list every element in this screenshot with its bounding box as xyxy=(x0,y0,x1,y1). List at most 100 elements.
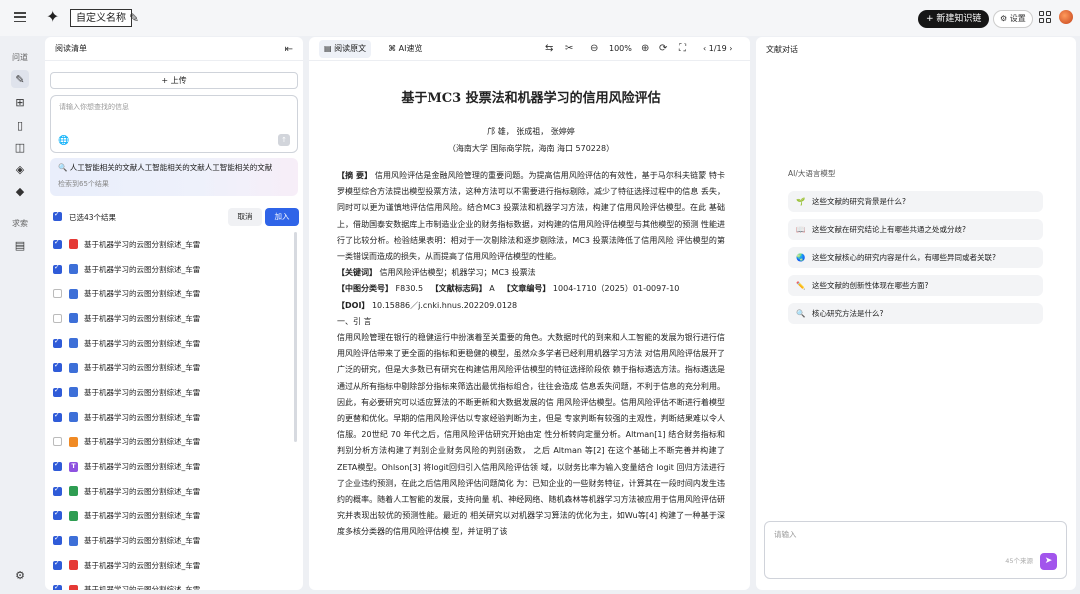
file-list-item[interactable]: 基于机器学习的云图分割综述_车雷 xyxy=(53,257,297,282)
left-rail: 问道 ✎ ⊞ ▯ ◫ ◈ ◆ 求索 ▤ ⚙ xyxy=(0,36,40,594)
scissors-icon[interactable]: ✂ xyxy=(565,43,573,54)
file-list-item[interactable]: 基于机器学习的云图分割综述_车雷 xyxy=(53,479,297,504)
zoom-out-icon[interactable]: ⊖ xyxy=(590,43,598,54)
search-icon: 🔍 xyxy=(58,163,70,172)
suggested-question[interactable]: 🌱 这些文献的研究背景是什么? xyxy=(788,191,1043,212)
top-bar: ✦ 自定义名称 ✎ + 新建知识链 ⚙ 设置 xyxy=(0,0,1080,36)
add-button[interactable]: 加入 xyxy=(265,208,299,226)
tab-read-original[interactable]: ▤ 阅读原文 xyxy=(319,39,372,58)
file-checkbox[interactable] xyxy=(53,289,62,299)
rail-settings-gear-icon[interactable]: ⚙ xyxy=(11,566,29,584)
file-checkbox[interactable] xyxy=(53,583,62,590)
file-name: 基于机器学习的云图分割综述_车雷 xyxy=(84,585,201,590)
doi-label: 【DOI】 xyxy=(337,300,370,310)
search-input[interactable]: 请输入你想查找的信息 🌐 ↑ xyxy=(50,95,298,153)
rotate-icon[interactable]: ⟳ xyxy=(659,43,667,54)
sparkle-logo-icon: ✦ xyxy=(46,7,60,26)
file-checkbox[interactable] xyxy=(53,485,62,496)
globe-icon[interactable]: 🌐 xyxy=(58,136,69,146)
send-icon[interactable]: ➤ xyxy=(1040,553,1057,570)
suggested-question[interactable]: 📖 这些文献在研究结论上有哪些共通之处或分歧? xyxy=(788,219,1043,240)
suggestion-text: 核心研究方法是什么? xyxy=(812,309,884,318)
user-avatar[interactable] xyxy=(1059,10,1073,24)
fullscreen-icon[interactable]: ⛶ xyxy=(679,43,686,54)
abstract-label: 【摘 要】 xyxy=(337,171,373,180)
file-checkbox[interactable] xyxy=(53,386,62,397)
query-result-count: 检索到65个结果 xyxy=(58,180,109,188)
next-page-icon[interactable]: › xyxy=(727,44,732,53)
file-list-item[interactable]: 基于机器学习的云图分割综述_车雷 xyxy=(53,553,297,578)
edit-pencil-icon[interactable]: ✎ xyxy=(129,11,139,25)
file-checkbox[interactable] xyxy=(53,509,62,521)
suggested-question[interactable]: ✏️ 这些文献的创新性体现在哪些方面? xyxy=(788,275,1043,296)
settings-button[interactable]: ⚙ 设置 xyxy=(993,10,1033,28)
file-list-item[interactable]: 基于机器学习的云图分割综述_车雷 xyxy=(53,355,297,380)
cancel-button[interactable]: 取消 xyxy=(228,208,262,226)
clc-value: F830.5 xyxy=(395,284,424,294)
pdf-file-icon xyxy=(69,239,78,250)
suggested-question[interactable]: 🔍 核心研究方法是什么? xyxy=(788,303,1043,324)
rail-book-icon[interactable]: ▯ xyxy=(11,116,29,134)
file-checkbox[interactable] xyxy=(53,460,62,472)
new-knowledge-chain-button[interactable]: + 新建知识链 xyxy=(918,10,990,28)
suggestion-emoji-icon: 🌏 xyxy=(796,253,806,262)
section-heading: 一、引 言 xyxy=(337,316,372,326)
file-checkbox[interactable] xyxy=(53,534,62,546)
file-list-item[interactable]: 基于机器学习的云图分割综述_车雷 xyxy=(53,578,297,590)
rail-archive-icon[interactable]: ◫ xyxy=(11,138,29,156)
rail-database-icon[interactable]: ▤ xyxy=(11,236,29,254)
collapse-panel-icon[interactable]: ⇤ xyxy=(285,44,293,55)
file-list-item[interactable]: T 基于机器学习的云图分割综述_车雷 xyxy=(53,454,297,479)
tab-ai-overview[interactable]: ⌘ AI速览 xyxy=(383,40,427,58)
file-list-item[interactable]: 基于机器学习的云图分割综述_车雷 xyxy=(53,380,297,405)
apps-grid-icon[interactable] xyxy=(1039,11,1051,23)
doc-authors: 邝 雄， 张成祖， 张婷婷 xyxy=(487,127,575,136)
send-arrow-icon[interactable]: ↑ xyxy=(278,134,290,146)
file-checkbox[interactable] xyxy=(53,559,62,570)
suggestion-emoji-icon: 🔍 xyxy=(796,309,806,318)
doc-name-field[interactable]: 自定义名称 xyxy=(70,9,132,27)
rail-layers-icon[interactable]: ◈ xyxy=(11,160,29,178)
file-checkbox[interactable] xyxy=(53,361,62,373)
select-all-checkbox[interactable] xyxy=(53,210,62,221)
chat-input[interactable]: 请输入 45个来源 ➤ xyxy=(764,521,1067,579)
source-count: 45个来源 xyxy=(1005,557,1033,565)
file-list-item[interactable]: 基于机器学习的云图分割综述_车雷 xyxy=(53,504,297,529)
file-list-item[interactable]: 基于机器学习的云图分割综述_车雷 xyxy=(53,430,297,455)
file-list-item[interactable]: 基于机器学习的云图分割综述_车雷 xyxy=(53,306,297,331)
file-list-item[interactable]: 基于机器学习的云图分割综述_车雷 xyxy=(53,405,297,430)
file-checkbox[interactable] xyxy=(53,411,62,422)
rail-edit-icon[interactable]: ✎ xyxy=(11,70,29,88)
web-file-icon xyxy=(69,535,78,546)
file-list: 基于机器学习的云图分割综述_车雷基于机器学习的云图分割综述_车雷基于机器学习的云… xyxy=(53,232,297,590)
file-checkbox[interactable] xyxy=(53,238,62,249)
file-name: 基于机器学习的云图分割综述_车雷 xyxy=(84,560,201,570)
file-checkbox[interactable] xyxy=(53,437,62,447)
rail-modules-icon[interactable]: ⊞ xyxy=(11,93,29,111)
upload-button[interactable]: + 上传 xyxy=(50,72,298,89)
file-checkbox[interactable] xyxy=(53,337,62,348)
suggested-question[interactable]: 🌏 这些文献核心的研究内容是什么，有哪些异同或者关联? xyxy=(788,247,1043,268)
file-checkbox[interactable] xyxy=(53,263,62,274)
web-file-icon xyxy=(69,288,78,299)
search-result-card[interactable]: 🔍 人工智能相关的文献人工智能相关的文献人工智能相关的文献 检索到65个结果 xyxy=(50,158,298,196)
reading-list-panel: 阅读清单 ⇤ + 上传 请输入你想查找的信息 🌐 ↑ 🔍 人工智能相关的文献人工… xyxy=(45,37,303,590)
pdf-file-icon xyxy=(69,560,78,571)
file-list-item[interactable]: 基于机器学习的云图分割综述_车雷 xyxy=(53,232,297,257)
translate-icon[interactable]: ⇆ xyxy=(545,43,553,54)
artno-value: 1004-1710（2025）01-0097-10 xyxy=(552,284,680,294)
doccode-label: 【文献标志码】 xyxy=(430,284,487,294)
rail-stack-icon[interactable]: ◆ xyxy=(11,182,29,200)
file-list-item[interactable]: 基于机器学习的云图分割综述_车雷 xyxy=(53,528,297,553)
scrollbar[interactable] xyxy=(294,232,297,442)
file-list-item[interactable]: 基于机器学习的云图分割综述_车雷 xyxy=(53,331,297,356)
artno-label: 【文章编号】 xyxy=(502,284,551,294)
hamburger-menu-icon[interactable] xyxy=(13,10,27,24)
suggestion-emoji-icon: ✏️ xyxy=(796,281,806,290)
intro-paragraph: 信用风险管理在银行的稳健运行中扮演着至关重要的角色。大数据时代的到来和人工智能的… xyxy=(337,333,725,537)
file-checkbox[interactable] xyxy=(53,313,62,323)
file-name: 基于机器学习的云图分割综述_车雷 xyxy=(84,437,201,447)
web-file-icon xyxy=(69,264,78,275)
zoom-in-icon[interactable]: ⊕ xyxy=(641,43,649,54)
file-list-item[interactable]: 基于机器学习的云图分割综述_车雷 xyxy=(53,281,297,306)
